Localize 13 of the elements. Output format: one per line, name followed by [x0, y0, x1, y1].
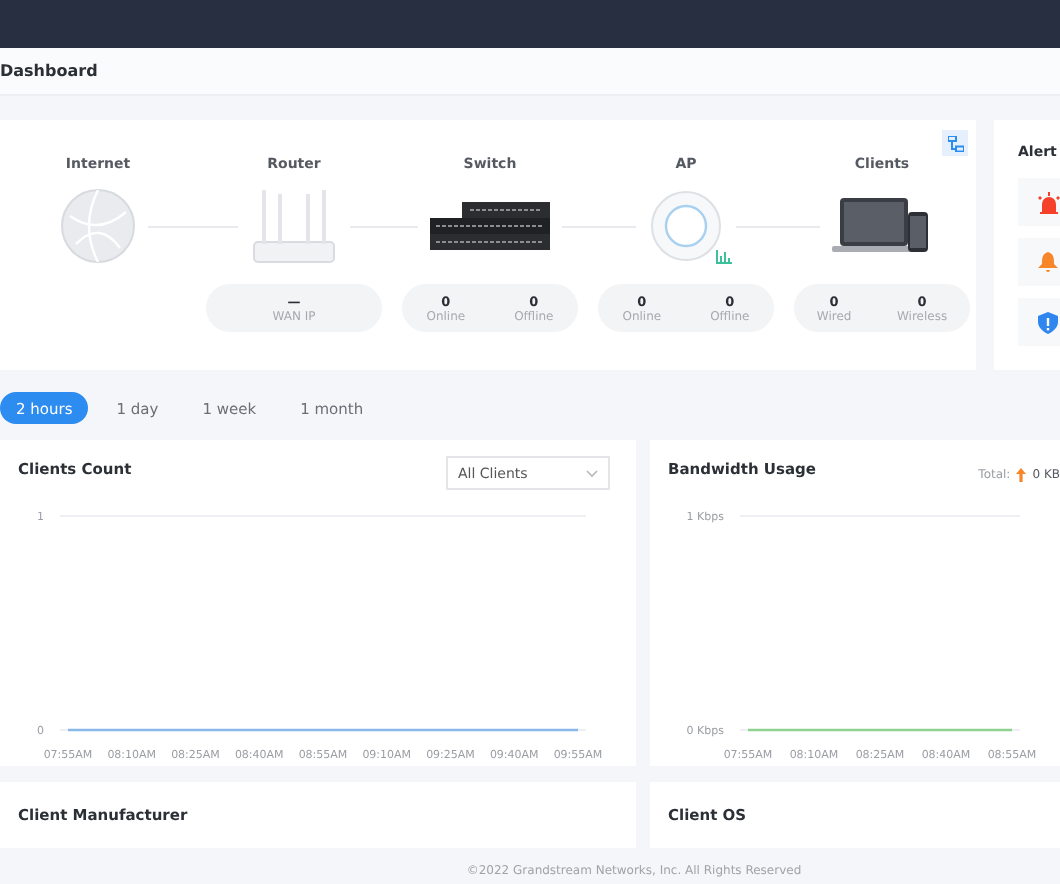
- globe-icon: [60, 188, 136, 264]
- laptop-phone-drawing: [832, 194, 932, 258]
- page-title: Dashboard: [0, 62, 98, 80]
- alert-tile[interactable]: [1018, 178, 1060, 226]
- chevron-down-icon: [586, 469, 598, 477]
- alert-tile[interactable]: [1018, 238, 1060, 286]
- topology-view-button[interactable]: [942, 130, 968, 156]
- upload-arrow-icon: [1016, 468, 1027, 482]
- bar-chart-icon[interactable]: [716, 250, 732, 264]
- router-drawing: [250, 186, 338, 266]
- switch-drawing: [430, 202, 550, 250]
- alert-tile[interactable]: [1018, 298, 1060, 346]
- access-point-drawing: [648, 188, 724, 264]
